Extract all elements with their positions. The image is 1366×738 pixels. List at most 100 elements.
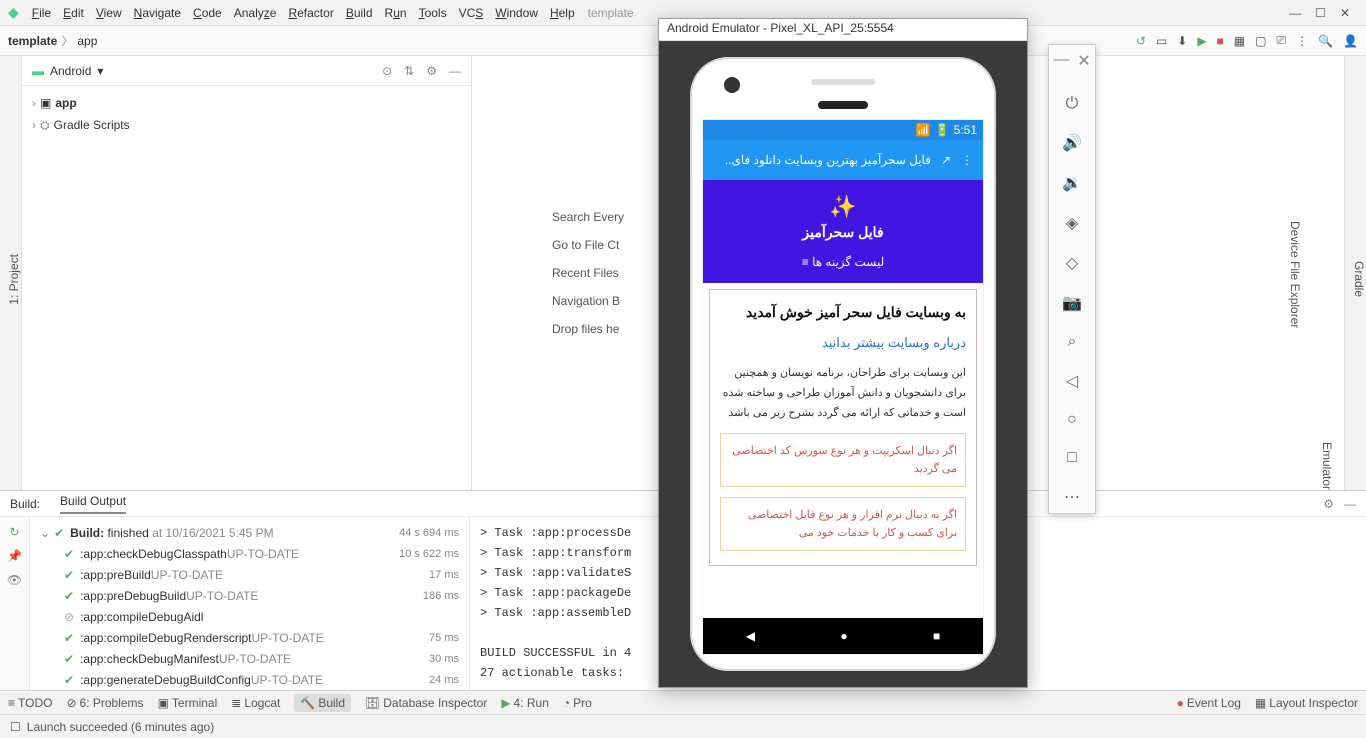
stop-icon[interactable]: ■ (1217, 34, 1224, 48)
rotate-left-icon[interactable]: ◈ (1066, 213, 1078, 233)
menu-navigate[interactable]: Navigate (129, 3, 186, 23)
rerun-icon[interactable]: ↻ (9, 525, 19, 539)
breadcrumb: template 〉 app (8, 32, 97, 49)
gutter-device-file-explorer[interactable]: Device File Explorer (1288, 221, 1302, 328)
menu-build[interactable]: Build (341, 3, 378, 23)
volume-up-icon[interactable]: 🔊 (1062, 133, 1082, 153)
tab-profiler[interactable]: ◔ Pro (563, 696, 592, 710)
tree-node-gradle[interactable]: › ⛭ Gradle Scripts (32, 114, 461, 136)
info-box-1: اگر دنبال اسکریپت و هر نوع سورس کد اختصا… (720, 433, 966, 487)
menu-edit[interactable]: Edit (58, 3, 89, 23)
emu-close-icon[interactable]: ✕ (1077, 51, 1090, 71)
overflow-icon[interactable]: ⋮ (961, 153, 973, 167)
build-task-row[interactable]: ✔:app:checkDebugClasspath UP-TO-DATE10 s… (40, 544, 459, 565)
gutter-gradle[interactable]: Gradle (1352, 261, 1366, 297)
tab-terminal[interactable]: ▣ Terminal (158, 696, 218, 710)
menu-view[interactable]: View (91, 3, 127, 23)
tab-run[interactable]: ▶ 4: Run (501, 696, 549, 710)
breadcrumb-leaf[interactable]: app (77, 34, 97, 48)
nav-back-icon[interactable]: ◀ (746, 629, 755, 643)
layout-bounds-icon[interactable]: ▢ (1255, 34, 1266, 48)
gear-icon[interactable]: ⚙ (426, 64, 437, 78)
pin-icon[interactable]: 📌 (7, 549, 22, 563)
sort-icon[interactable]: ⇅ (404, 64, 414, 78)
nav-recents-icon[interactable]: ■ (933, 629, 940, 643)
build-output-tab[interactable]: Build Output (60, 494, 126, 514)
chevron-down-icon[interactable]: ▾ (97, 64, 103, 78)
tree-label: app (55, 92, 76, 114)
more-icon[interactable]: ⋯ (1064, 487, 1080, 507)
task-name: :app:compileDebugRenderscript (80, 628, 251, 649)
hide-icon[interactable]: — (449, 64, 461, 78)
window-close[interactable]: ✕ (1340, 6, 1350, 20)
build-task-row[interactable]: ✔:app:checkDebugManifest UP-TO-DATE30 ms (40, 649, 459, 670)
menu-tools[interactable]: Tools (414, 3, 452, 23)
avd-icon[interactable]: ▭ (1156, 34, 1167, 48)
search-icon[interactable]: 🔍 (1318, 34, 1333, 48)
menu-refactor[interactable]: Refactor (283, 3, 338, 23)
menu-window[interactable]: Window (490, 3, 543, 23)
zoom-icon[interactable]: ⌕ (1068, 333, 1077, 351)
home-icon[interactable]: ○ (1067, 411, 1077, 429)
volume-down-icon[interactable]: 🔉 (1062, 173, 1082, 193)
tab-todo[interactable]: ≡ TODO (8, 696, 52, 710)
menu-analyze[interactable]: Analyze (229, 3, 282, 23)
signal-icon: 📶 (916, 123, 931, 137)
more-link[interactable]: درباره وبسایت بیشتر بدانید (720, 335, 966, 351)
menu-file[interactable]: File (27, 3, 56, 23)
breadcrumb-root[interactable]: template (8, 34, 57, 48)
tab-build[interactable]: 🔨 Build (294, 694, 351, 712)
build-task-row[interactable]: ✔:app:generateDebugBuildConfig UP-TO-DAT… (40, 670, 459, 690)
menu-code[interactable]: Code (188, 3, 227, 23)
app-actions-icon[interactable]: ⋮ (1296, 34, 1308, 48)
tab-problems[interactable]: ⊘ 6: Problems (66, 696, 143, 710)
chevron-right-icon: › (32, 92, 36, 114)
hero-list-toggle[interactable]: ≡ لیست گزینه ها (703, 255, 983, 269)
gutter-project[interactable]: 1: Project (7, 254, 21, 305)
back-icon[interactable]: ◁ (1066, 371, 1078, 391)
nav-home-icon[interactable]: ● (840, 629, 847, 643)
overview-icon[interactable]: □ (1067, 449, 1077, 467)
task-status: UP-TO-DATE (186, 586, 258, 607)
window-minimize[interactable]: — (1289, 6, 1301, 20)
eye-icon[interactable]: 👁 (7, 573, 22, 587)
tree-node-app[interactable]: › ▣ app (32, 92, 461, 114)
project-view-title[interactable]: Android (50, 64, 91, 78)
attach-icon[interactable]: ⎚ (1276, 33, 1286, 48)
tab-logcat[interactable]: ≣ Logcat (231, 696, 280, 710)
screenshot-icon[interactable]: 📷 (1062, 293, 1082, 313)
success-icon: ✔ (64, 565, 74, 586)
rotate-right-icon[interactable]: ◇ (1066, 253, 1078, 273)
share-icon[interactable]: ↗ (941, 153, 951, 167)
menu-help[interactable]: Help (545, 3, 580, 23)
page-content: به وبسایت فایل سحر آمیز خوش آمدید درباره… (709, 289, 977, 566)
tab-layout-inspector[interactable]: ▦ Layout Inspector (1255, 696, 1358, 710)
build-task-row[interactable]: ✔:app:compileDebugRenderscript UP-TO-DAT… (40, 628, 459, 649)
build-task-row[interactable]: ✔:app:preBuild UP-TO-DATE17 ms (40, 565, 459, 586)
build-task-row[interactable]: ✔:app:preDebugBuild UP-TO-DATE186 ms (40, 586, 459, 607)
build-root[interactable]: ⌄ ✔ Build: finished at 10/16/2021 5:45 P… (40, 523, 459, 544)
device-speaker (811, 79, 875, 85)
sync-icon[interactable]: ↺ (1136, 34, 1146, 48)
status-time: 5:51 (954, 123, 977, 137)
profiler-icon[interactable]: ▦ (1234, 34, 1245, 48)
menu-run[interactable]: Run (380, 3, 412, 23)
window-maximize[interactable]: ☐ (1315, 6, 1326, 20)
emu-minimize-icon[interactable]: — (1053, 51, 1069, 71)
status-message: Launch succeeded (6 minutes ago) (27, 720, 214, 734)
power-icon[interactable]: ⏻ (1066, 95, 1079, 113)
build-task-row[interactable]: ⊘:app:compileDebugAidl (40, 607, 459, 628)
select-target-icon[interactable]: ⊙ (382, 64, 392, 78)
menu-vcs[interactable]: VCS (454, 3, 489, 23)
sdk-icon[interactable]: ⬇ (1177, 34, 1187, 48)
task-name: :app:preBuild (80, 565, 151, 586)
device-earpiece (818, 101, 868, 109)
tab-event-log[interactable]: ● Event Log (1177, 696, 1241, 710)
hide-icon[interactable]: — (1344, 497, 1356, 511)
run-icon[interactable]: ▶ (1197, 34, 1206, 48)
device-screen[interactable]: 📶 🔋 5:51 ⋮ ↗ فایل سحرآمیز بهترین وبسایت … (702, 119, 984, 655)
account-icon[interactable]: 👤 (1343, 34, 1358, 48)
gutter-emulator[interactable]: Emulator (1320, 442, 1334, 490)
gear-icon[interactable]: ⚙ (1323, 497, 1334, 511)
tab-db-inspector[interactable]: 🗄 Database Inspector (365, 696, 487, 710)
